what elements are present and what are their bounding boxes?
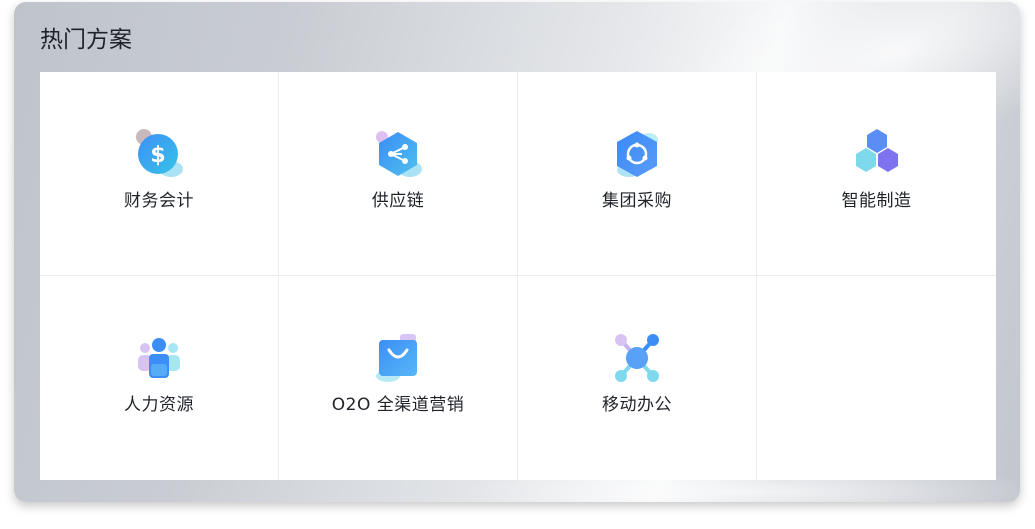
dollar-coin-icon: $ [136, 129, 183, 177]
svg-text:$: $ [150, 143, 165, 168]
solution-group-procurement[interactable]: 集团采购 [518, 72, 757, 276]
people-group-icon [138, 338, 180, 378]
solution-label: 移动办公 [602, 395, 672, 415]
empty-grid-cell [757, 276, 996, 480]
solutions-grid: $ 财务会计 供应链 集团采购 智能制造 人力资源 O2O 全渠道营销 移动办公 [40, 72, 996, 480]
solution-smart-manufacturing[interactable]: 智能制造 [757, 72, 996, 276]
solution-label: 智能制造 [841, 191, 912, 211]
solution-label: 集团采购 [602, 191, 672, 211]
solution-label: 财务会计 [124, 191, 194, 211]
solution-o2o-omnichannel-marketing[interactable]: O2O 全渠道营销 [279, 276, 518, 480]
network-nodes-icon [615, 334, 659, 382]
hexagon-cluster-icon [855, 129, 898, 172]
solution-label: 人力资源 [124, 395, 194, 415]
solution-human-resources[interactable]: 人力资源 [40, 276, 279, 480]
solution-mobile-office[interactable]: 移动办公 [518, 276, 757, 480]
panel-title: 热门方案 [40, 27, 132, 53]
shopping-bag-icon [376, 334, 417, 382]
solution-finance-accounting[interactable]: $ 财务会计 [40, 72, 279, 276]
solution-label: 供应链 [371, 191, 425, 211]
share-hexagon-icon [376, 131, 422, 177]
solution-supply-chain[interactable]: 供应链 [279, 72, 518, 276]
hot-solutions-panel: 热门方案 $ 财务会计 供应链 集团采购 智能制造 人力资源 O2O 全渠道营销… [14, 2, 1020, 502]
cycle-hexagon-icon [617, 131, 658, 177]
solution-label: O2O 全渠道营销 [331, 395, 465, 415]
